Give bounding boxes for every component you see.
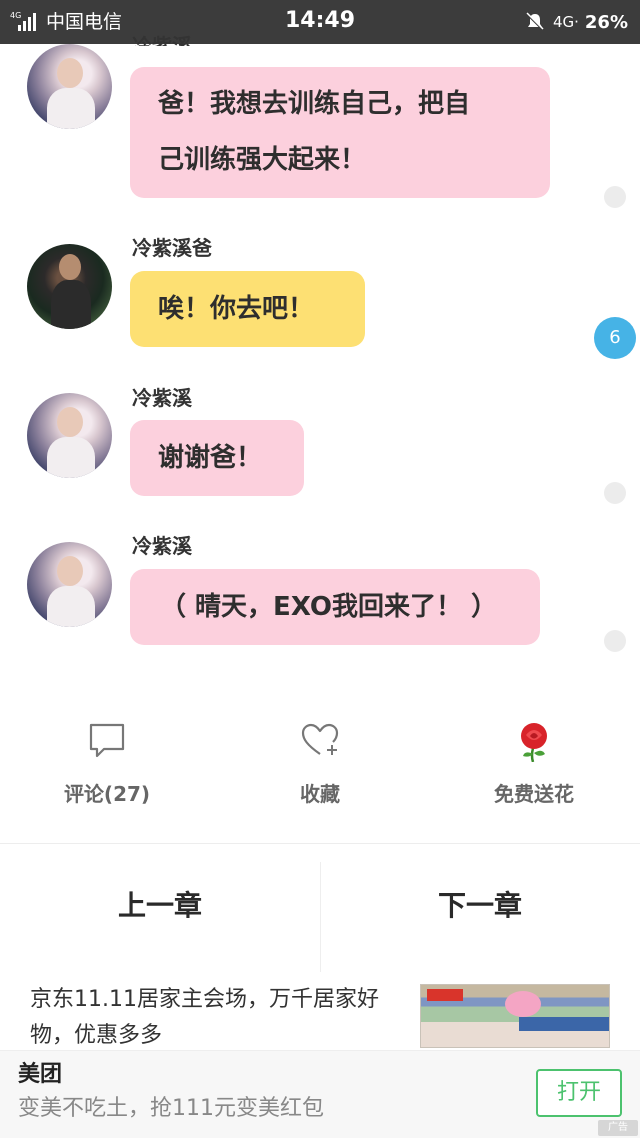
flower-label: 免费送花: [494, 782, 574, 806]
message-line: （ 晴天，EXO我回来了！ ）: [160, 592, 498, 622]
send-flower-button[interactable]: 免费送花: [454, 720, 614, 807]
speaker-name: 冷紫溪: [132, 386, 192, 410]
bottom-banner-ad[interactable]: 美团 变美不吃土，抢111元变美红包 打开 广告: [0, 1050, 640, 1138]
message-item: 冷紫溪 （ 晴天，EXO我回来了！ ）: [0, 532, 640, 662]
ad-image[interactable]: [420, 984, 610, 1048]
rose-icon: [521, 723, 547, 762]
comment-label: 评论(27): [63, 782, 151, 806]
banner-subtitle: 变美不吃土，抢111元变美红包: [18, 1096, 324, 1121]
message-bubble: 爸！我想去训练自己，把自 己训练强大起来！: [130, 67, 550, 198]
status-bar: 4G 中国电信 14:49 4G· 26%: [0, 0, 640, 44]
speaker-name: 冷紫溪爸: [132, 236, 212, 260]
speaker-name: 冷紫溪: [132, 534, 192, 558]
comment-icon: [89, 723, 125, 758]
divider: [0, 843, 640, 844]
network-label: 4G·: [552, 13, 579, 31]
action-bar: 评论(27) 收藏 免费送花: [0, 720, 640, 820]
ad-text: 京东11.11居家主会场，万千居家好物，优惠多多: [30, 987, 379, 1048]
battery-label: 26%: [584, 11, 628, 33]
prev-chapter-button[interactable]: 上一章: [0, 884, 320, 924]
avatar[interactable]: [27, 244, 112, 329]
open-button[interactable]: 打开: [536, 1069, 622, 1117]
avatar[interactable]: [27, 542, 112, 627]
comment-button[interactable]: 评论(27): [27, 720, 187, 807]
message-bubble: （ 晴天，EXO我回来了！ ）: [130, 569, 540, 645]
avatar[interactable]: [27, 393, 112, 478]
indicator-dot: [604, 630, 626, 652]
favorite-label: 收藏: [300, 782, 340, 806]
message-line: 己训练强大起来！: [158, 145, 367, 175]
favorite-button[interactable]: 收藏: [240, 720, 400, 807]
message-bubble: 唉！你去吧！: [130, 271, 365, 347]
message-line: 谢谢爸！: [158, 443, 263, 473]
ad-item[interactable]: 京东11.11居家主会场，万千居家好物，优惠多多: [0, 972, 640, 1052]
unread-count-badge[interactable]: 6: [594, 317, 636, 359]
banner-title: 美团: [18, 1062, 63, 1087]
mute-bell-icon: [526, 12, 544, 31]
message-item: 冷紫溪爸 唉！你去吧！: [0, 236, 640, 356]
message-line: 唉！你去吧！: [158, 294, 315, 324]
heart-plus-icon: [301, 723, 339, 755]
next-chapter-button[interactable]: 下一章: [320, 884, 640, 924]
indicator-dot: [604, 482, 626, 504]
message-item: 冷紫溪 爸！我想去训练自己，把自 己训练强大起来！: [0, 34, 640, 214]
message-bubble: 谢谢爸！: [130, 420, 304, 496]
indicator-dot: [604, 186, 626, 208]
speaker-name: 冷紫溪: [132, 34, 192, 46]
message-line: 爸！我想去训练自己，把自: [158, 89, 471, 119]
avatar[interactable]: [27, 44, 112, 129]
ad-tag: 广告: [598, 1120, 638, 1136]
message-item: 冷紫溪 谢谢爸！: [0, 384, 640, 504]
